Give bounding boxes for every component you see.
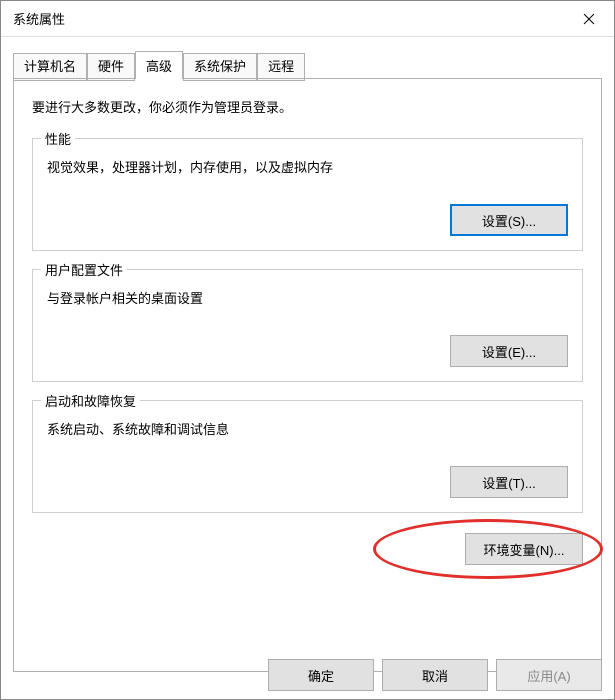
startup-recovery-description: 系统启动、系统故障和调试信息 <box>47 419 568 438</box>
startup-recovery-settings-button[interactable]: 设置(T)... <box>450 466 568 498</box>
environment-variables-button[interactable]: 环境变量(N)... <box>465 533 583 565</box>
user-profiles-group: 用户配置文件 与登录帐户相关的桌面设置 设置(E)... <box>32 269 583 382</box>
close-icon <box>583 13 595 25</box>
close-button[interactable] <box>564 1 614 37</box>
dialog-button-row: 确定 取消 应用(A) <box>268 659 602 691</box>
tab-system-protection[interactable]: 系统保护 <box>183 53 257 81</box>
admin-instruction: 要进行大多数更改，你必须作为管理员登录。 <box>32 97 583 116</box>
user-profiles-description: 与登录帐户相关的桌面设置 <box>47 288 568 307</box>
env-vars-row: 环境变量(N)... <box>32 533 583 565</box>
performance-legend: 性能 <box>41 129 75 148</box>
tab-strip: 计算机名 硬件 高级 系统保护 远程 <box>1 37 614 78</box>
startup-recovery-group: 启动和故障恢复 系统启动、系统故障和调试信息 设置(T)... <box>32 400 583 513</box>
titlebar: 系统属性 <box>1 1 614 37</box>
advanced-tab-panel: 要进行大多数更改，你必须作为管理员登录。 性能 视觉效果，处理器计划，内存使用，… <box>13 78 602 672</box>
window-title: 系统属性 <box>13 9 65 28</box>
tab-hardware[interactable]: 硬件 <box>87 53 135 81</box>
user-profiles-settings-button[interactable]: 设置(E)... <box>450 335 568 367</box>
cancel-button[interactable]: 取消 <box>382 659 488 691</box>
system-properties-window: 系统属性 计算机名 硬件 高级 系统保护 远程 要进行大多数更改，你必须作为管理… <box>0 0 615 700</box>
performance-settings-button[interactable]: 设置(S)... <box>450 204 568 236</box>
tab-computer-name[interactable]: 计算机名 <box>13 53 87 81</box>
tab-advanced[interactable]: 高级 <box>135 51 183 79</box>
apply-button[interactable]: 应用(A) <box>496 659 602 691</box>
user-profiles-legend: 用户配置文件 <box>41 260 127 279</box>
tab-remote[interactable]: 远程 <box>257 53 305 81</box>
performance-group: 性能 视觉效果，处理器计划，内存使用，以及虚拟内存 设置(S)... <box>32 138 583 251</box>
startup-recovery-legend: 启动和故障恢复 <box>41 391 140 410</box>
performance-description: 视觉效果，处理器计划，内存使用，以及虚拟内存 <box>47 157 568 176</box>
ok-button[interactable]: 确定 <box>268 659 374 691</box>
